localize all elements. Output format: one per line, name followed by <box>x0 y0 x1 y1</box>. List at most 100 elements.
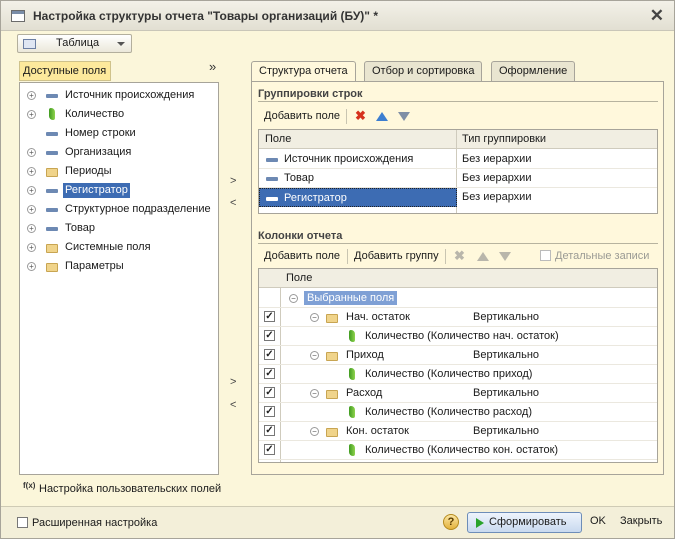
custom-fields-link[interactable]: Настройка пользовательских полей <box>39 483 221 495</box>
tree-item[interactable]: + Системные поля <box>20 238 218 257</box>
row-checkbox[interactable]: ✓ <box>264 425 275 436</box>
delete-icon[interactable]: ✖ <box>355 108 366 124</box>
tree-item[interactable]: + Количество <box>20 105 218 124</box>
remove-from-columns-button[interactable]: < <box>230 399 236 411</box>
tree-item[interactable]: + Товар <box>20 219 218 238</box>
row-checkbox[interactable]: ✓ <box>264 349 275 360</box>
field-icon <box>46 132 58 136</box>
add-group-field-button[interactable]: Добавить поле <box>264 110 340 122</box>
table-row[interactable]: Источник происхождения Без иерархии <box>259 150 657 169</box>
table-row[interactable]: ✓ − Кон. остаток Вертикально <box>259 422 657 441</box>
expand-icon[interactable]: + <box>27 148 36 157</box>
add-to-columns-button[interactable]: > <box>230 376 236 388</box>
expand-icon[interactable]: + <box>27 167 36 176</box>
row-layout: Вертикально <box>473 387 540 399</box>
table-cell[interactable]: Без иерархии <box>457 188 657 207</box>
table-header: Поле Тип группировки <box>259 130 657 149</box>
row-groups-title: Группировки строк <box>258 88 363 100</box>
move-up-icon[interactable] <box>376 112 388 121</box>
settings-window: Настройка структуры отчета "Товары орган… <box>0 0 675 539</box>
row-label: Расход <box>346 387 383 399</box>
expand-icon[interactable]: + <box>27 243 36 252</box>
root-label: Выбранные поля <box>304 291 398 305</box>
table-row[interactable]: ✓ − Расход Вертикально <box>259 384 657 403</box>
table-row[interactable]: ✓ Количество (Количество расход) <box>259 403 657 422</box>
tree-item-selected[interactable]: + Регистратор <box>20 181 218 200</box>
collapse-icon[interactable]: − <box>310 313 319 322</box>
row-checkbox[interactable]: ✓ <box>264 387 275 398</box>
folder-icon <box>326 352 338 361</box>
title-bar: Настройка структуры отчета "Товары орган… <box>1 1 674 31</box>
move-down-icon[interactable] <box>499 252 511 261</box>
delete-icon[interactable]: ✖ <box>454 248 465 264</box>
tree-item[interactable]: Номер строки <box>20 124 218 143</box>
table-row[interactable]: Товар Без иерархии <box>259 169 657 188</box>
tree-item[interactable]: + Источник происхождения <box>20 86 218 105</box>
row-field: Источник происхождения <box>284 153 414 165</box>
view-mode-dropdown[interactable]: Таблица <box>17 34 132 53</box>
more-options-icon[interactable]: » <box>209 59 216 74</box>
column-header-field[interactable]: Поле <box>286 272 312 284</box>
row-group-type: Без иерархии <box>462 191 532 203</box>
add-column-field-button[interactable]: Добавить поле <box>264 250 340 262</box>
collapse-icon[interactable]: − <box>310 351 319 360</box>
report-columns-title: Колонки отчета <box>258 230 343 242</box>
window-icon <box>11 10 25 22</box>
move-down-icon[interactable] <box>398 112 410 121</box>
tab-report-structure[interactable]: Структура отчета <box>251 61 356 82</box>
expand-icon[interactable]: + <box>27 110 36 119</box>
row-group-type: Без иерархии <box>462 172 532 184</box>
detail-records-checkbox[interactable] <box>540 250 551 261</box>
ok-button[interactable]: OK <box>590 515 606 527</box>
resource-icon <box>349 444 355 456</box>
row-field: Товар <box>284 172 314 184</box>
divider <box>258 101 658 102</box>
move-up-icon[interactable] <box>477 252 489 261</box>
collapse-icon[interactable]: − <box>310 427 319 436</box>
tree-item-label: Системные поля <box>65 241 151 253</box>
detail-records-label: Детальные записи <box>555 250 650 262</box>
tree-item[interactable]: + Структурное подразделение <box>20 200 218 219</box>
close-button[interactable]: Закрыть <box>620 515 662 527</box>
row-checkbox[interactable]: ✓ <box>264 311 275 322</box>
table-row[interactable]: ✓ − Нач. остаток Вертикально <box>259 308 657 327</box>
tab-filter-sort[interactable]: Отбор и сортировка <box>364 61 483 81</box>
collapse-icon[interactable]: − <box>310 389 319 398</box>
divider <box>258 243 658 244</box>
collapse-icon[interactable]: − <box>289 294 298 303</box>
table-row[interactable]: ✓ − Приход Вертикально <box>259 346 657 365</box>
row-checkbox[interactable]: ✓ <box>264 330 275 341</box>
tree-root-row[interactable]: − Выбранные поля <box>259 289 657 308</box>
close-icon[interactable]: ✕ <box>650 6 664 26</box>
expand-icon[interactable]: + <box>27 262 36 271</box>
column-header-group-type[interactable]: Тип группировки <box>462 133 546 145</box>
expand-icon[interactable]: + <box>27 186 36 195</box>
resource-icon <box>349 368 355 380</box>
remove-from-groups-button[interactable]: < <box>230 197 236 209</box>
help-icon[interactable]: ? <box>443 514 459 530</box>
table-row[interactable]: ✓ Количество (Количество кон. остаток) <box>259 441 657 460</box>
folder-icon <box>326 428 338 437</box>
table-row[interactable]: ✓ Количество (Количество приход) <box>259 365 657 384</box>
expand-icon[interactable]: + <box>27 224 36 233</box>
row-checkbox[interactable]: ✓ <box>264 368 275 379</box>
separator <box>346 109 347 124</box>
table-row[interactable]: ✓ Количество (Количество нач. остаток) <box>259 327 657 346</box>
extended-settings-checkbox[interactable] <box>17 517 28 528</box>
column-header-field[interactable]: Поле <box>265 133 291 145</box>
generate-button[interactable]: Сформировать <box>467 512 582 533</box>
tree-item[interactable]: + Параметры <box>20 257 218 276</box>
row-label: Количество (Количество приход) <box>365 368 533 380</box>
add-group-button[interactable]: Добавить группу <box>354 250 439 262</box>
tree-item[interactable]: + Периоды <box>20 162 218 181</box>
expand-icon[interactable]: + <box>27 205 36 214</box>
tree-item[interactable]: + Организация <box>20 143 218 162</box>
row-checkbox[interactable]: ✓ <box>264 406 275 417</box>
row-checkbox[interactable]: ✓ <box>264 444 275 455</box>
expand-icon[interactable]: + <box>27 91 36 100</box>
tab-appearance[interactable]: Оформление <box>491 61 576 81</box>
add-to-groups-button[interactable]: > <box>230 175 236 187</box>
table-row-selected[interactable]: Регистратор <box>259 188 457 207</box>
row-group-type: Без иерархии <box>462 153 532 165</box>
tree-item-label: Параметры <box>65 260 124 272</box>
